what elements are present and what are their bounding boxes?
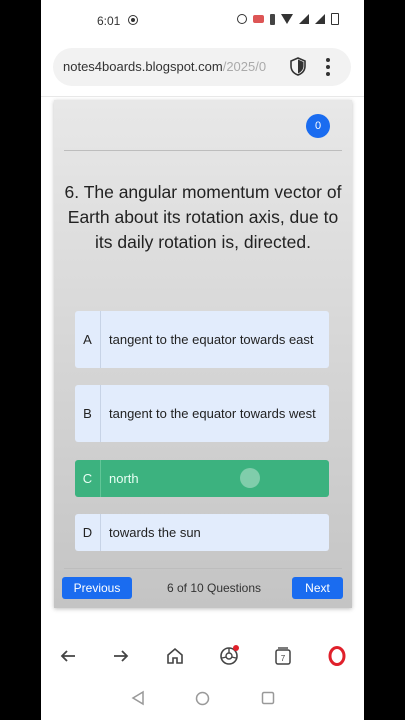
speed-dial-icon[interactable]	[217, 644, 241, 668]
home-icon[interactable]	[163, 644, 187, 668]
system-recents-icon[interactable]	[261, 691, 275, 705]
vibrate-icon	[270, 13, 275, 25]
previous-button[interactable]: Previous	[62, 577, 132, 599]
option-text: tangent to the equator towards west	[109, 405, 316, 421]
question-progress: 6 of 10 Questions	[166, 581, 262, 595]
menu-icon[interactable]	[325, 58, 331, 76]
system-back-icon[interactable]	[131, 690, 145, 706]
status-time: 6:01	[97, 14, 121, 28]
score-badge: 0	[306, 114, 330, 138]
option-d[interactable]: D towards the sun	[75, 514, 329, 551]
divider	[64, 150, 342, 151]
option-text: tangent to the equator towards east	[109, 331, 314, 347]
option-letter: D	[75, 514, 101, 551]
question-text: 6. The angular momentum vector of Earth …	[64, 182, 342, 252]
wifi-icon	[281, 14, 293, 24]
record-icon	[128, 15, 138, 25]
shield-icon[interactable]	[290, 57, 306, 76]
option-text: north	[109, 470, 139, 486]
option-a[interactable]: A tangent to the equator towards east	[75, 311, 329, 368]
cast-icon	[253, 15, 264, 23]
option-c[interactable]: C north	[75, 460, 329, 497]
signal-icon	[299, 14, 309, 24]
url-domain: notes4boards.blogspot.com	[63, 59, 223, 74]
back-icon[interactable]	[56, 644, 80, 668]
option-b[interactable]: B tangent to the equator towards west	[75, 385, 329, 442]
battery-icon	[331, 13, 339, 25]
phone-screen: 6:01 notes4boards.blogspot.com/2025/0 0 …	[41, 0, 364, 720]
status-icons	[237, 13, 339, 25]
url-text[interactable]: notes4boards.blogspot.com/2025/0	[63, 59, 285, 74]
tabs-icon[interactable]: 7	[271, 644, 295, 668]
divider	[41, 96, 364, 97]
quiz-card: 0 6. The angular momentum vector of Eart…	[54, 100, 352, 608]
system-home-icon[interactable]	[195, 691, 210, 706]
next-button[interactable]: Next	[292, 577, 343, 599]
signal-icon	[315, 14, 325, 24]
alarm-icon	[237, 14, 247, 24]
opera-menu-icon[interactable]	[325, 644, 349, 668]
option-letter: C	[75, 460, 101, 497]
url-path: /2025/0	[222, 59, 267, 74]
option-text: towards the sun	[109, 524, 201, 540]
system-nav-bar	[41, 680, 364, 720]
browser-bottom-nav: 7	[41, 632, 364, 680]
divider	[64, 568, 342, 569]
touch-indicator	[240, 468, 260, 488]
option-letter: B	[75, 385, 101, 442]
address-bar[interactable]: notes4boards.blogspot.com/2025/0	[53, 48, 351, 86]
option-letter: A	[75, 311, 101, 368]
tab-count: 7	[281, 654, 286, 663]
status-bar: 6:01	[41, 0, 364, 42]
forward-icon[interactable]	[109, 644, 133, 668]
